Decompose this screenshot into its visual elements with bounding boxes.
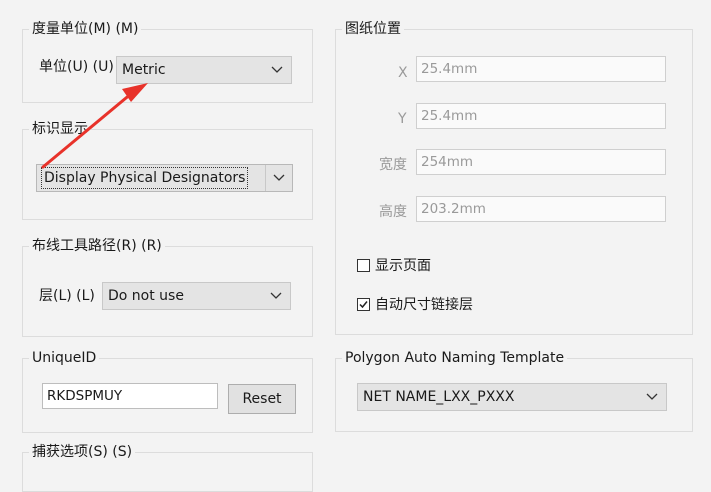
y-input[interactable]: 25.4mm: [416, 103, 666, 129]
x-label: X: [398, 65, 408, 81]
unit-select[interactable]: Metric: [116, 56, 292, 84]
y-label: Y: [398, 111, 407, 127]
measurement-units-title: 度量单位(M) (M): [29, 19, 142, 39]
unique-id-title: UniqueID: [29, 348, 100, 368]
designator-select-value: Display Physical Designators: [40, 167, 249, 189]
show-page-label[interactable]: 显示页面: [375, 256, 431, 276]
designator-select[interactable]: Display Physical Designators: [36, 164, 293, 192]
x-input[interactable]: 25.4mm: [416, 56, 666, 82]
layer-label: 层(L) (L): [39, 288, 95, 304]
auto-size-checkbox[interactable]: [357, 298, 370, 311]
layer-select-value: Do not use: [108, 288, 184, 304]
height-input[interactable]: 203.2mm: [416, 196, 666, 222]
unit-label: 单位(U) (U): [39, 59, 114, 75]
unit-select-value: Metric: [122, 62, 166, 78]
polygon-template-value: NET NAME_LXX_PXXX: [363, 389, 515, 405]
reset-button[interactable]: Reset: [228, 384, 296, 414]
layer-select[interactable]: Do not use: [102, 282, 291, 310]
show-page-checkbox[interactable]: [357, 259, 370, 272]
chevron-down-icon: [265, 165, 292, 191]
designator-display-title: 标识显示: [29, 119, 91, 139]
height-label: 高度: [379, 204, 407, 220]
sheet-position-title: 图纸位置: [342, 19, 404, 39]
chevron-down-icon: [644, 384, 660, 410]
routing-path-title: 布线工具路径(R) (R): [29, 236, 165, 256]
auto-size-label[interactable]: 自动尺寸链接层: [375, 295, 473, 315]
width-input[interactable]: 254mm: [416, 149, 666, 175]
chevron-down-icon: [268, 283, 284, 309]
snap-options-group: 捕获选项(S) (S): [22, 442, 313, 492]
checkmark-icon: [359, 301, 368, 309]
chevron-down-icon: [269, 57, 285, 83]
width-label: 宽度: [379, 157, 407, 173]
unique-id-input[interactable]: RKDSPMUY: [42, 383, 218, 409]
snap-options-title: 捕获选项(S) (S): [29, 442, 136, 462]
polygon-naming-title: Polygon Auto Naming Template: [342, 348, 568, 368]
polygon-template-select[interactable]: NET NAME_LXX_PXXX: [357, 383, 667, 411]
